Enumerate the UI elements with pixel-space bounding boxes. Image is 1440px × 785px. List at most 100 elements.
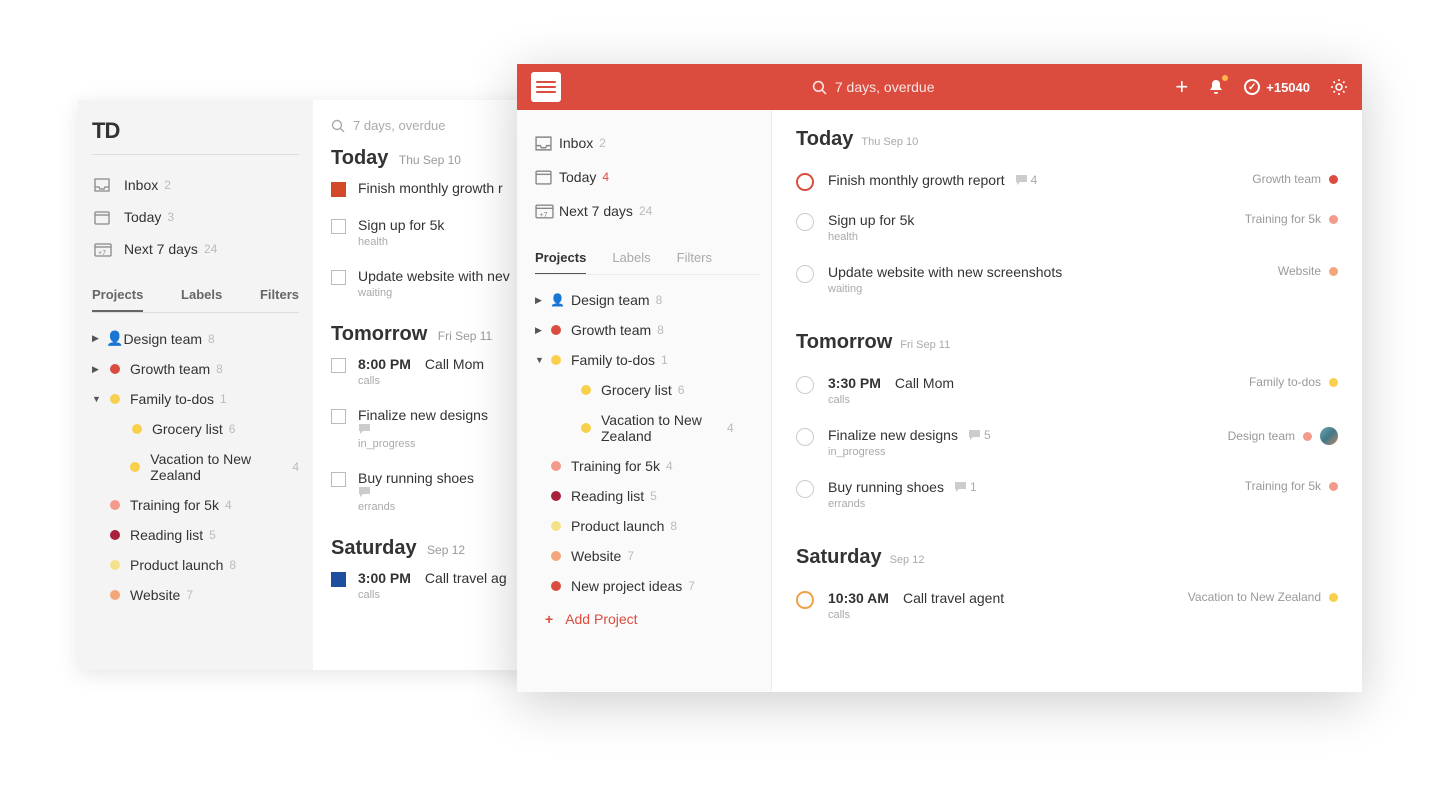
settings-button[interactable] (1330, 78, 1348, 96)
header-search[interactable]: 7 days, overdue (571, 79, 1175, 95)
task-checkbox[interactable] (796, 173, 814, 191)
task-project-ref[interactable]: Growth team (1242, 172, 1338, 186)
task-checkbox[interactable] (796, 428, 814, 446)
project-color-dot (551, 325, 561, 335)
project-label: Training for 5k (571, 458, 660, 474)
old-project-item[interactable]: ▶👤Design team8 (92, 323, 299, 354)
project-item[interactable]: Reading list5 (535, 481, 761, 511)
nav-inbox[interactable]: Inbox 2 (535, 126, 761, 160)
task-row[interactable]: Sign up for 5khealthTraining for 5k (796, 201, 1338, 253)
section-date: Sep 12 (427, 543, 465, 557)
task-checkbox[interactable] (331, 409, 346, 424)
task-title: Finish monthly growth report (828, 172, 1005, 188)
notification-badge (1222, 75, 1228, 81)
task-project-ref[interactable]: Training for 5k (1235, 479, 1338, 493)
tab-filters[interactable]: Filters (677, 242, 712, 274)
calendar7-icon: +7 (94, 242, 116, 257)
task-label-tag: calls (828, 394, 1239, 406)
task-project-ref[interactable]: Training for 5k (1235, 212, 1338, 226)
tab-projects[interactable]: Projects (535, 242, 586, 274)
old-project-item[interactable]: Reading list5 (92, 520, 299, 550)
project-label: Website (130, 587, 180, 603)
comment-icon (954, 481, 967, 493)
add-project-label: Add Project (565, 611, 637, 627)
project-color-dot (1329, 482, 1338, 491)
task-checkbox[interactable] (331, 182, 346, 197)
project-item[interactable]: ▶👤Design team8 (535, 285, 761, 315)
nav-next7[interactable]: +7 Next 7 days 24 (535, 194, 761, 228)
project-count: 8 (216, 362, 223, 376)
project-item[interactable]: Website7 (535, 541, 761, 571)
add-task-button[interactable]: + (1175, 74, 1188, 100)
karma-score[interactable]: ✓ +15040 (1244, 79, 1310, 95)
project-color-dot (1329, 378, 1338, 387)
task-checkbox[interactable] (331, 572, 346, 587)
task-time: 10:30 AM (828, 590, 889, 606)
project-item[interactable]: ▼Family to-dos1 (535, 345, 761, 375)
nav-today[interactable]: Today 4 (535, 160, 761, 194)
project-item[interactable]: ▶Growth team8 (535, 315, 761, 345)
task-title: Sign up for 5k (358, 217, 444, 233)
old-tab-projects[interactable]: Projects (92, 279, 143, 312)
task-row[interactable]: Update website with new screenshotswaiti… (796, 253, 1338, 305)
task-project-ref[interactable]: Vacation to New Zealand (1178, 590, 1338, 604)
sidebar-tabs: Projects Labels Filters (535, 242, 761, 275)
old-project-item[interactable]: Grocery list6 (92, 414, 299, 444)
notifications-button[interactable] (1208, 78, 1224, 96)
project-item[interactable]: New project ideas7 (535, 571, 761, 601)
old-project-item[interactable]: Training for 5k4 (92, 490, 299, 520)
old-project-item[interactable]: ▶Growth team8 (92, 354, 299, 384)
todoist-logo-icon[interactable] (531, 72, 561, 102)
task-comments[interactable]: 1 (954, 480, 977, 494)
task-checkbox[interactable] (796, 376, 814, 394)
task-checkbox[interactable] (331, 219, 346, 234)
task-label-tag: health (358, 236, 444, 248)
old-nav-inbox[interactable]: Inbox 2 (92, 169, 299, 201)
old-project-item[interactable]: Website7 (92, 580, 299, 610)
task-label-tag: calls (828, 609, 1178, 621)
task-checkbox[interactable] (331, 472, 346, 487)
section-title: Today (796, 128, 853, 151)
old-project-item[interactable]: ▼Family to-dos1 (92, 384, 299, 414)
task-time: 3:00 PM (358, 570, 411, 586)
project-item[interactable]: Vacation to New Zealand4 (535, 405, 755, 451)
task-checkbox[interactable] (796, 591, 814, 609)
task-comments[interactable]: 5 (968, 428, 991, 442)
svg-text:+7: +7 (539, 210, 547, 219)
task-project-ref[interactable]: Website (1268, 264, 1338, 278)
task-row[interactable]: Buy running shoes1errandsTraining for 5k (796, 468, 1338, 520)
project-item[interactable]: Grocery list6 (535, 375, 761, 405)
task-project-name: Training for 5k (1245, 479, 1321, 493)
nav-label: Today (559, 169, 596, 185)
project-count: 5 (650, 489, 657, 503)
old-project-item[interactable]: Product launch8 (92, 550, 299, 580)
task-project-ref[interactable]: Design team (1218, 427, 1338, 445)
old-tab-filters[interactable]: Filters (260, 279, 299, 312)
old-nav-today[interactable]: Today 3 (92, 201, 299, 233)
assignee-avatar[interactable] (1320, 427, 1338, 445)
tab-labels[interactable]: Labels (612, 242, 650, 274)
project-color-dot (551, 461, 561, 471)
task-row[interactable]: Finalize new designs5in_progressDesign t… (796, 416, 1338, 468)
task-checkbox[interactable] (796, 480, 814, 498)
task-row[interactable]: Finish monthly growth report 4 Growth team (796, 161, 1338, 201)
project-item[interactable]: Training for 5k4 (535, 451, 761, 481)
task-comments[interactable]: 4 (1015, 173, 1038, 187)
old-nav-next7[interactable]: +7 Next 7 days 24 (92, 233, 299, 265)
task-checkbox[interactable] (331, 358, 346, 373)
search-icon (331, 119, 345, 133)
task-checkbox[interactable] (796, 213, 814, 231)
task-checkbox[interactable] (331, 270, 346, 285)
project-color-dot (1329, 175, 1338, 184)
old-project-item[interactable]: Vacation to New Zealand4 (92, 444, 299, 490)
task-checkbox[interactable] (796, 265, 814, 283)
add-project-button[interactable]: + Add Project (535, 601, 761, 631)
task-title: 3:00 PMCall travel ag (358, 570, 507, 586)
project-item[interactable]: Product launch8 (535, 511, 761, 541)
task-project-ref[interactable]: Family to-dos (1239, 375, 1338, 389)
old-sidebar: TD Inbox 2 Today 3 +7 Next 7 days (78, 100, 313, 670)
old-tab-labels[interactable]: Labels (181, 279, 222, 312)
task-row[interactable]: 10:30 AMCall travel agentcallsVacation t… (796, 579, 1338, 631)
old-projects-list: ▶👤Design team8▶Growth team8▼Family to-do… (92, 323, 299, 610)
task-row[interactable]: 3:30 PMCall MomcallsFamily to-dos (796, 364, 1338, 416)
